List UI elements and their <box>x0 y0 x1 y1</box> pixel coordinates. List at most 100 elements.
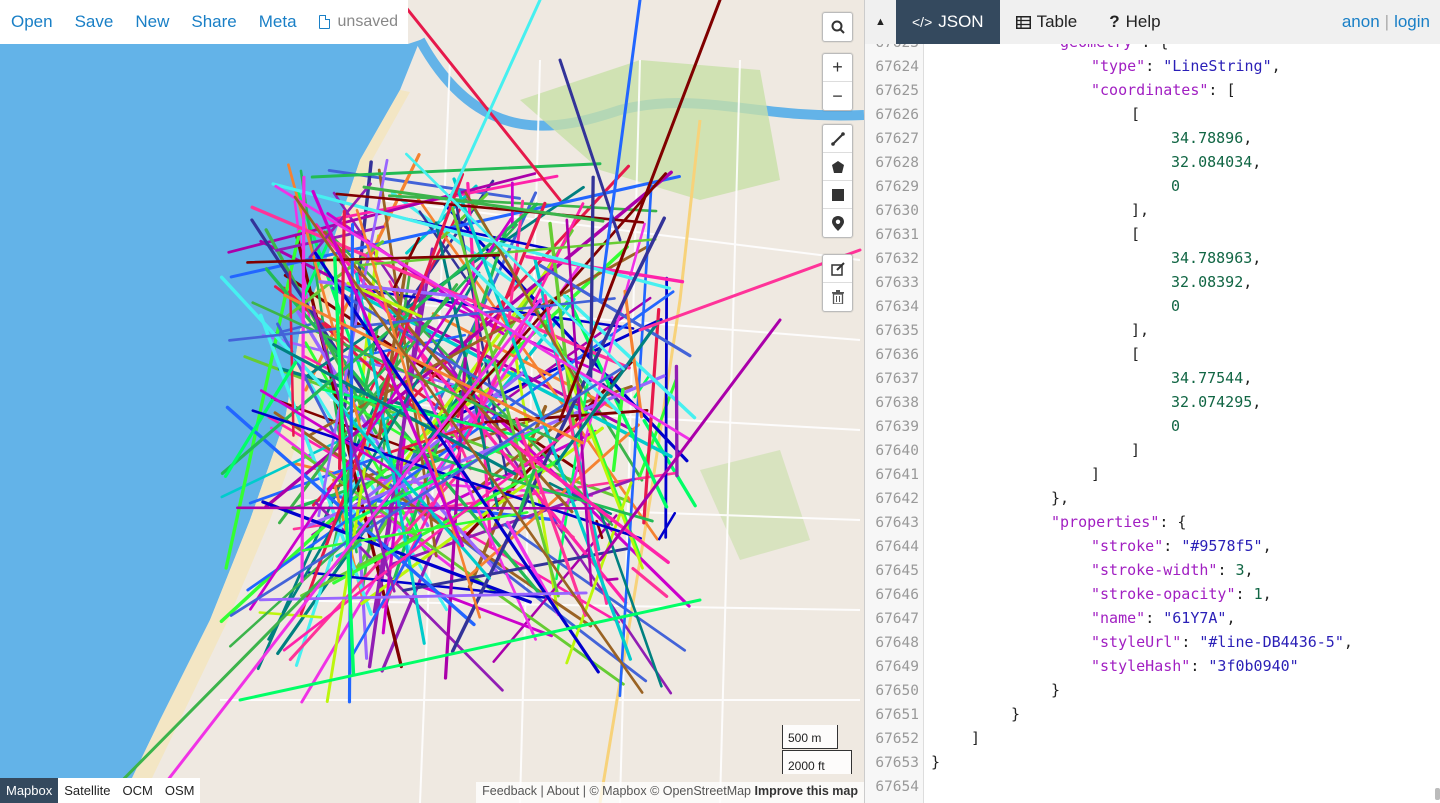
editor-line: 67642}, <box>865 486 1440 510</box>
line-number: 67625 <box>875 83 919 99</box>
code-token: , <box>1343 633 1353 651</box>
layer-ocm[interactable]: OCM <box>117 778 159 803</box>
user-link[interactable]: anon <box>1342 12 1380 32</box>
code-token: 1 <box>1253 585 1263 603</box>
code-token: "properties" <box>1051 513 1160 531</box>
meta-button[interactable]: Meta <box>259 12 297 32</box>
layer-osm[interactable]: OSM <box>159 778 201 803</box>
code-token: } <box>1011 705 1021 723</box>
json-editor[interactable]: 67623"geometry": {67624 "type": "LineStri… <box>865 44 1440 803</box>
line-number: 67635 <box>875 323 919 339</box>
side-pane: ▲ </> JSON Table ? Help anon | login 676… <box>864 0 1440 803</box>
line-code: "stroke-opacity": 1, <box>1091 582 1272 606</box>
search-button[interactable] <box>823 13 852 41</box>
editor-scrollbar[interactable] <box>1435 788 1440 800</box>
code-token: : [ <box>1208 81 1236 99</box>
search-control <box>822 12 853 42</box>
draw-marker-button[interactable] <box>823 209 852 237</box>
tab-help-label: Help <box>1125 12 1161 31</box>
track-line[interactable] <box>300 175 306 583</box>
editor-line: 67630], <box>865 198 1440 222</box>
editor-line: 67628 32.084034, <box>865 150 1440 174</box>
code-token: [ <box>1131 105 1141 123</box>
draw-polygon-button[interactable] <box>823 153 852 181</box>
code-token: "coordinates" <box>1091 81 1209 99</box>
line-code: "geometry": { <box>1051 44 1168 54</box>
code-token: : <box>1145 57 1164 75</box>
question-icon: ? <box>1109 12 1120 31</box>
code-token: , <box>1226 609 1236 627</box>
editor-line: 67648 "styleUrl": "#line-DB4436-5", <box>865 630 1440 654</box>
line-code: } <box>1011 702 1020 726</box>
edit-layers-button[interactable] <box>823 255 852 283</box>
code-token: , <box>1252 393 1262 411</box>
code-token: 3 <box>1235 561 1245 579</box>
line-number: 67651 <box>875 707 919 723</box>
line-number: 67640 <box>875 443 919 459</box>
code-token: , <box>1243 129 1253 147</box>
open-button[interactable]: Open <box>11 12 53 32</box>
search-icon <box>831 20 845 34</box>
about-link[interactable]: About <box>547 784 580 798</box>
code-token: , <box>1252 153 1262 171</box>
layer-mapbox[interactable]: Mapbox <box>0 778 59 803</box>
line-number: 67652 <box>875 731 919 747</box>
code-token: 0 <box>1171 417 1181 435</box>
code-token: 34.788963 <box>1171 249 1253 267</box>
code-token: , <box>1252 249 1262 267</box>
share-button[interactable]: Share <box>191 12 236 32</box>
track-line[interactable] <box>618 184 653 698</box>
track-line[interactable] <box>236 506 596 510</box>
caret-up-icon: ▲ <box>875 16 886 28</box>
code-token: , <box>1243 369 1253 387</box>
map-canvas[interactable]: Open Save New Share Meta unsaved + − 500… <box>0 0 864 803</box>
zoom-in-button[interactable]: + <box>823 54 852 82</box>
code-token: "stroke-width" <box>1091 561 1218 579</box>
line-code: 0 <box>1171 414 1180 438</box>
editor-line: 67636 [ <box>865 342 1440 366</box>
tab-help[interactable]: ? Help <box>1093 0 1176 44</box>
scale-imperial: 2000 ft <box>782 750 852 774</box>
line-number: 67643 <box>875 515 919 531</box>
code-token: , <box>1262 585 1272 603</box>
save-button[interactable]: Save <box>75 12 114 32</box>
login-link[interactable]: login <box>1394 12 1430 32</box>
code-token: "stroke" <box>1091 537 1164 555</box>
track-line[interactable] <box>664 276 669 539</box>
code-token: 32.08392 <box>1171 273 1244 291</box>
document-icon <box>318 14 331 29</box>
code-token: "LineString" <box>1163 57 1272 75</box>
code-token: "type" <box>1091 57 1146 75</box>
code-token: , <box>1271 57 1281 75</box>
layer-satellite[interactable]: Satellite <box>58 778 116 803</box>
code-token: "name" <box>1091 609 1146 627</box>
osm-link[interactable]: © OpenStreetMap <box>650 784 751 798</box>
tab-table[interactable]: Table <box>1000 0 1094 44</box>
editor-line: 67644 "stroke": "#9578f5", <box>865 534 1440 558</box>
delete-layers-button[interactable] <box>823 283 852 311</box>
line-code: [ <box>1131 342 1140 366</box>
collapse-pane-button[interactable]: ▲ <box>865 0 896 44</box>
line-code: ], <box>1131 198 1149 222</box>
editor-line: 67649 "styleHash": "3f0b0940" <box>865 654 1440 678</box>
code-token: : <box>1190 657 1209 675</box>
line-code: } <box>1051 678 1060 702</box>
draw-rectangle-button[interactable] <box>823 181 852 209</box>
save-status-label: unsaved <box>337 13 399 30</box>
plus-icon: + <box>832 57 843 77</box>
new-button[interactable]: New <box>135 12 169 32</box>
mapbox-link[interactable]: © Mapbox <box>589 784 646 798</box>
code-token: , <box>1243 273 1253 291</box>
improve-map-link[interactable]: Improve this map <box>755 784 859 798</box>
line-number: 67624 <box>875 59 919 75</box>
line-code: [ <box>1131 102 1140 126</box>
zoom-out-button[interactable]: − <box>823 82 852 110</box>
track-line[interactable] <box>631 566 669 598</box>
code-token: ] <box>971 729 981 747</box>
tab-json[interactable]: </> JSON <box>896 0 1000 44</box>
draw-line-button[interactable] <box>823 125 852 153</box>
line-code: 34.77544, <box>1171 366 1252 390</box>
feedback-link[interactable]: Feedback <box>482 784 537 798</box>
track-line[interactable] <box>605 577 619 582</box>
line-number: 67632 <box>875 251 919 267</box>
